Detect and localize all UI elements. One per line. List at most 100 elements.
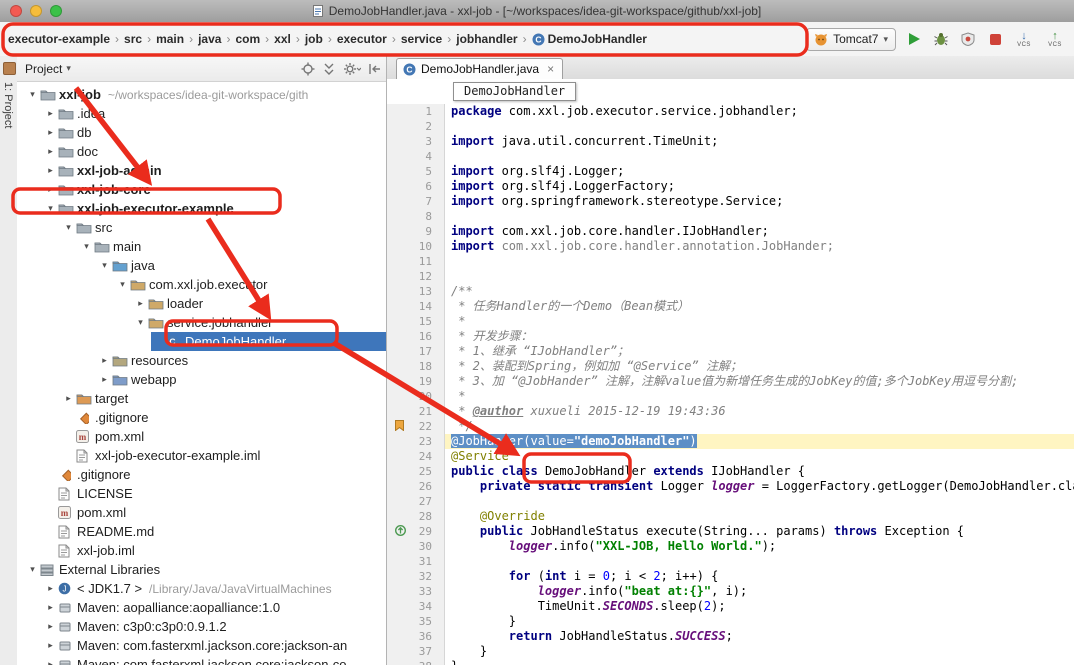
crumb-executor-example[interactable]: executor-example bbox=[5, 30, 113, 48]
code-line-12: 12 bbox=[387, 269, 1074, 284]
settings-gear-icon[interactable] bbox=[343, 62, 361, 76]
vcs-update-button[interactable]: ↓ VCS bbox=[1013, 31, 1035, 48]
expand-arrow-icon[interactable]: ▸ bbox=[43, 602, 58, 613]
expand-arrow-icon[interactable]: ▸ bbox=[43, 659, 58, 665]
tree-item-service-jobhandler[interactable]: ▾service.jobhandler bbox=[17, 313, 386, 332]
play-icon bbox=[909, 33, 920, 45]
tree-item-resources[interactable]: ▸resources bbox=[17, 351, 386, 370]
minimize-button[interactable] bbox=[30, 5, 42, 17]
expand-arrow-icon[interactable]: ▸ bbox=[43, 621, 58, 632]
run-button[interactable] bbox=[905, 30, 923, 48]
line-number: 29 bbox=[419, 525, 432, 538]
tree-item-external-libraries[interactable]: ▾External Libraries bbox=[17, 560, 386, 579]
crumb-main[interactable]: main bbox=[153, 30, 187, 48]
expand-arrow-icon[interactable]: ▸ bbox=[43, 127, 58, 138]
tree-item-doc[interactable]: ▸doc bbox=[17, 142, 386, 161]
hide-panel-icon[interactable] bbox=[368, 62, 382, 76]
code-line-30: 30 logger.info("XXL-JOB, Hello World."); bbox=[387, 539, 1074, 554]
tree-item-idea[interactable]: ▸.idea bbox=[17, 104, 386, 123]
tree-item-xxl-job[interactable]: ▾xxl-job~/workspaces/idea-git-workspace/… bbox=[17, 85, 386, 104]
tree-item-pom-xml[interactable]: mpom.xml bbox=[17, 427, 386, 446]
tree-item-xxl-job-iml[interactable]: xxl-job.iml bbox=[17, 541, 386, 560]
line-number: 2 bbox=[425, 120, 432, 133]
crumb-jobhandler[interactable]: jobhandler bbox=[453, 30, 520, 48]
close-button[interactable] bbox=[10, 5, 22, 17]
crumb-java[interactable]: java bbox=[195, 30, 224, 48]
chevron-down-icon[interactable]: ▾ bbox=[66, 63, 71, 74]
debug-button[interactable] bbox=[932, 30, 950, 48]
tree-item-maven-com-fasterxml-jackson-core-jackson-co[interactable]: ▸Maven: com.fasterxml.jackson.core:jacks… bbox=[17, 655, 386, 665]
expand-arrow-icon[interactable]: ▾ bbox=[115, 279, 130, 290]
crumb-job[interactable]: job bbox=[302, 30, 326, 48]
crumb-demojobhandler[interactable]: CDemoJobHandler bbox=[529, 30, 650, 48]
project-panel-title[interactable]: Project bbox=[25, 62, 62, 76]
code-editor[interactable]: 1package com.xxl.job.executor.service.jo… bbox=[387, 104, 1074, 665]
crumb-src[interactable]: src bbox=[121, 30, 145, 48]
crumb-com[interactable]: com bbox=[232, 30, 263, 48]
expand-arrow-icon[interactable]: ▸ bbox=[97, 374, 112, 385]
tree-item-com-xxl-job-executor[interactable]: ▾com.xxl.job.executor bbox=[17, 275, 386, 294]
editor-tab[interactable]: C DemoJobHandler.java × bbox=[396, 58, 563, 79]
expand-arrow-icon[interactable]: ▾ bbox=[61, 222, 76, 233]
expand-arrow-icon[interactable]: ▾ bbox=[79, 241, 94, 252]
expand-arrow-icon[interactable]: ▸ bbox=[43, 184, 58, 195]
bookmark-icon[interactable] bbox=[395, 420, 404, 431]
tree-item-xxl-job-executor-example[interactable]: ▾xxl-job-executor-example bbox=[17, 199, 386, 218]
expand-arrow-icon[interactable]: ▾ bbox=[43, 203, 58, 214]
vcs-commit-button[interactable]: ↑ VCS bbox=[1044, 31, 1066, 48]
library-icon bbox=[58, 620, 75, 633]
stop-button[interactable] bbox=[986, 30, 1004, 48]
close-tab-icon[interactable]: × bbox=[547, 62, 554, 76]
expand-arrow-icon[interactable]: ▸ bbox=[43, 640, 58, 651]
tree-item-maven-com-fasterxml-jackson-core-jackson-an[interactable]: ▸Maven: com.fasterxml.jackson.core:jacks… bbox=[17, 636, 386, 655]
tree-item-pom-xml[interactable]: mpom.xml bbox=[17, 503, 386, 522]
window-title: DemoJobHandler.java - xxl-job - [~/works… bbox=[329, 4, 762, 18]
zoom-button[interactable] bbox=[50, 5, 62, 17]
tree-item-gitignore[interactable]: .gitignore bbox=[17, 408, 386, 427]
coverage-button[interactable] bbox=[959, 30, 977, 48]
override-icon[interactable] bbox=[395, 525, 406, 536]
tree-item-xxl-job-admin[interactable]: ▸ xxl-job-admin bbox=[17, 161, 386, 180]
tree-item-src[interactable]: ▾src bbox=[17, 218, 386, 237]
expand-arrow-icon[interactable]: ▸ bbox=[133, 298, 148, 309]
tree-item-readme-md[interactable]: README.md bbox=[17, 522, 386, 541]
expand-arrow-icon[interactable]: ▾ bbox=[133, 317, 148, 328]
tree-item-label: xxl-job-admin bbox=[77, 163, 162, 178]
expand-arrow-icon[interactable]: ▾ bbox=[97, 260, 112, 271]
gutter: 4 bbox=[387, 149, 445, 164]
tree-item-main[interactable]: ▾main bbox=[17, 237, 386, 256]
tree-item-target[interactable]: ▸target bbox=[17, 389, 386, 408]
class-icon: C bbox=[532, 33, 545, 46]
tree-item-xxl-job-core[interactable]: ▸xxl-job-core bbox=[17, 180, 386, 199]
crumb-xxl[interactable]: xxl bbox=[271, 30, 294, 48]
tree-item-xxl-job-executor-example-iml[interactable]: xxl-job-executor-example.iml bbox=[17, 446, 386, 465]
tree-item-maven-aopalliance-aopalliance-1-0[interactable]: ▸Maven: aopalliance:aopalliance:1.0 bbox=[17, 598, 386, 617]
breadcrumb-tag[interactable]: DemoJobHandler bbox=[453, 82, 576, 101]
code-line-24: 24@Service bbox=[387, 449, 1074, 464]
run-configuration-select[interactable]: Tomcat7 ▾ bbox=[806, 28, 896, 51]
locate-icon[interactable] bbox=[301, 62, 315, 76]
expand-arrow-icon[interactable]: ▸ bbox=[61, 393, 76, 404]
expand-arrow-icon[interactable]: ▸ bbox=[43, 583, 58, 594]
tree-item-java[interactable]: ▾java bbox=[17, 256, 386, 275]
tree-item-license[interactable]: LICENSE bbox=[17, 484, 386, 503]
tree-item-jdk1-7[interactable]: ▸J< JDK1.7 >/Library/Java/JavaVirtualMac… bbox=[17, 579, 386, 598]
expand-arrow-icon[interactable]: ▾ bbox=[25, 89, 40, 100]
crumb-service[interactable]: service bbox=[398, 30, 445, 48]
tree-item-maven-c3p0-c3p0-0-9-1-2[interactable]: ▸Maven: c3p0:c3p0:0.9.1.2 bbox=[17, 617, 386, 636]
expand-arrow-icon[interactable]: ▾ bbox=[25, 564, 40, 575]
tree-item-loader[interactable]: ▸loader bbox=[17, 294, 386, 313]
tree-item-gitignore[interactable]: .gitignore bbox=[17, 465, 386, 484]
tree-item-db[interactable]: ▸db bbox=[17, 123, 386, 142]
code-text: } bbox=[445, 614, 1074, 629]
project-toolwindow-button[interactable]: 1: Project bbox=[2, 82, 14, 128]
expand-arrow-icon[interactable]: ▸ bbox=[97, 355, 112, 366]
expand-arrow-icon[interactable]: ▸ bbox=[43, 165, 58, 176]
expand-arrow-icon[interactable]: ▸ bbox=[43, 108, 58, 119]
crumb-executor[interactable]: executor bbox=[334, 30, 390, 48]
tree-item-webapp[interactable]: ▸webapp bbox=[17, 370, 386, 389]
expand-arrow-icon[interactable]: ▸ bbox=[43, 146, 58, 157]
collapse-all-icon[interactable] bbox=[322, 62, 336, 76]
tree-item-demojobhandler[interactable]: CDemoJobHandler bbox=[17, 332, 386, 351]
chevron-separator-icon: › bbox=[189, 32, 193, 46]
